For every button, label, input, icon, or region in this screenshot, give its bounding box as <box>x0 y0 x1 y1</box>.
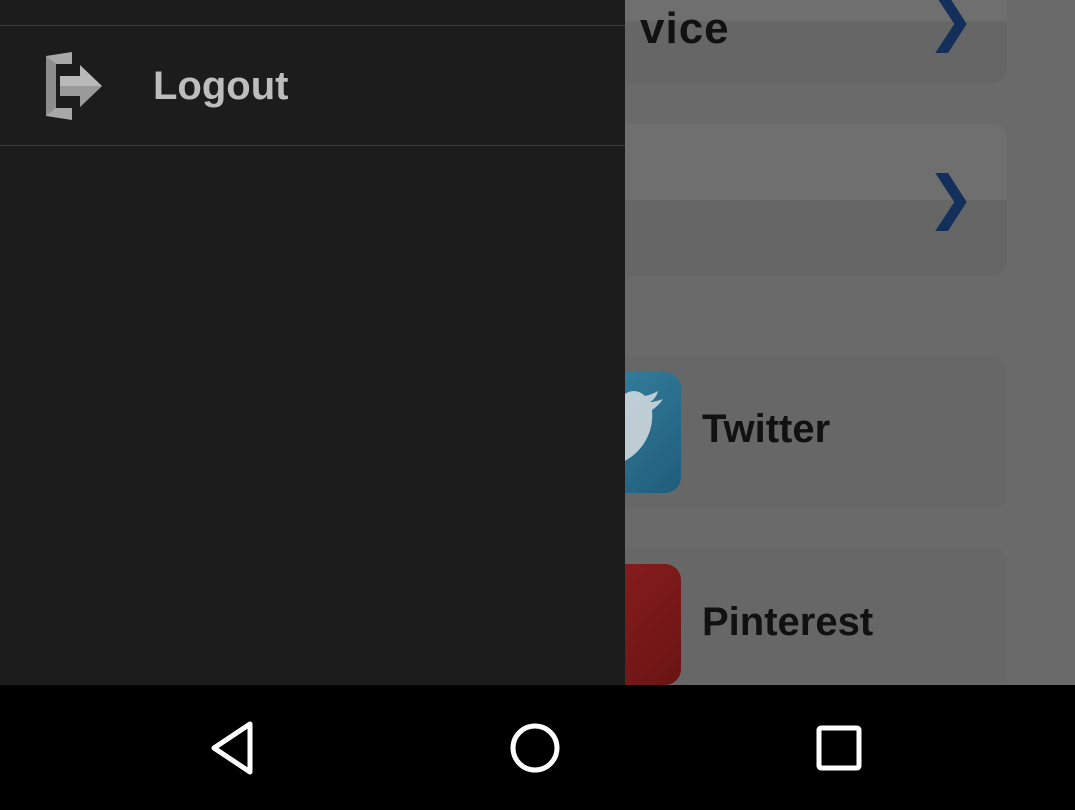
home-icon <box>510 723 560 773</box>
chevron-right-icon: ❯ <box>926 163 975 231</box>
twitter-card[interactable]: Twitter <box>560 357 1007 508</box>
home-button[interactable] <box>503 716 567 780</box>
recents-icon <box>816 725 862 771</box>
system-navigation-bar <box>0 685 1075 810</box>
settings-card[interactable]: ❯ <box>560 124 1007 276</box>
pinterest-label: Pinterest <box>702 600 874 644</box>
drawer-item-label: Logout <box>153 64 289 108</box>
logout-icon <box>44 52 104 120</box>
navigation-drawer: Logout <box>0 0 625 685</box>
back-icon <box>211 721 253 775</box>
recents-button[interactable] <box>807 716 871 780</box>
twitter-label: Twitter <box>702 407 831 451</box>
back-button[interactable] <box>202 716 266 780</box>
pinterest-card[interactable]: Pinterest <box>560 548 1007 685</box>
service-card[interactable]: vice ❯ <box>560 0 1007 83</box>
service-card-title: vice <box>640 4 730 53</box>
app-screen: vice ❯ ❯ Twitter Pinterest Logout <box>0 0 1075 685</box>
drawer-item-logout[interactable]: Logout <box>0 26 625 145</box>
drawer-divider <box>0 145 625 146</box>
chevron-right-icon: ❯ <box>926 0 975 53</box>
